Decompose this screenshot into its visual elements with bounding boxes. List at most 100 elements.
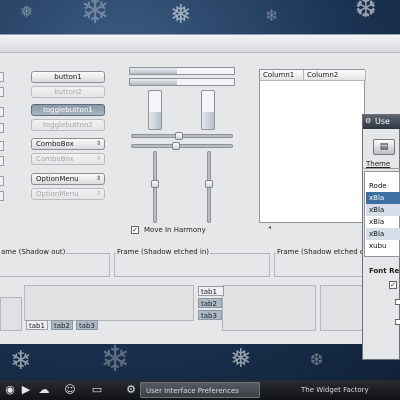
progress-fill xyxy=(202,111,214,129)
messenger-icon[interactable]: ☁ xyxy=(37,383,51,397)
preferences-window: Use ⚙ ▤ Theme Rode xBla xBla xBla xBla x… xyxy=(362,114,400,360)
column-header[interactable]: Column1 xyxy=(260,70,304,81)
snowflake-decoration: ❄ xyxy=(100,339,131,380)
font-option-partial[interactable] xyxy=(395,319,400,325)
horizontal-slider[interactable] xyxy=(131,132,233,140)
window-titlebar[interactable] xyxy=(0,35,400,53)
slider-thumb[interactable] xyxy=(172,142,180,150)
button1[interactable]: button1 xyxy=(31,71,105,83)
vertical-progress-bar xyxy=(201,90,215,130)
partial-button[interactable] xyxy=(0,191,4,201)
tab-1[interactable]: tab1 xyxy=(26,320,48,330)
option-menu[interactable]: OptionMenu ⇕ xyxy=(31,173,105,185)
snowflake-decoration: ❅ xyxy=(230,344,252,374)
notebook-partial xyxy=(0,297,22,331)
font-section-label: Font Re xyxy=(369,267,400,275)
frame-shadow-etched-out xyxy=(274,253,374,277)
horizontal-progress-bar xyxy=(129,67,235,75)
frame-shadow-etched-in xyxy=(114,253,270,277)
slider-thumb[interactable] xyxy=(175,132,183,140)
move-in-harmony-checkbox[interactable]: ✓ xyxy=(131,226,139,234)
theme-list-item[interactable]: xubu xyxy=(366,240,400,252)
tab-2[interactable]: tab2 xyxy=(51,320,73,330)
vertical-progress-bar xyxy=(148,90,162,130)
taskbar-task-active[interactable]: User Interface Preferences xyxy=(140,382,260,398)
combobox[interactable]: ComboBox ⇕ xyxy=(31,138,105,150)
theme-list-item[interactable]: xBla xyxy=(366,228,400,240)
frame-label: Frame (Shadow etched out) xyxy=(276,248,376,256)
notebook-tabs-bottom xyxy=(24,285,194,321)
combobox-label: ComboBox xyxy=(36,155,74,163)
move-in-harmony-label: Move In Harmony xyxy=(144,226,206,234)
togglebutton2-disabled[interactable]: togglebutton2 xyxy=(31,119,105,131)
checkmark-icon: ✓ xyxy=(390,281,396,289)
partial-button[interactable] xyxy=(0,156,4,166)
combobox-disabled[interactable]: ComboBox ⇕ xyxy=(31,153,105,165)
tab-3[interactable]: tab3 xyxy=(76,320,98,330)
frame-shadow-out xyxy=(0,253,110,277)
theme-list-item[interactable]: xBla xyxy=(366,204,400,216)
taskbar-task[interactable]: The Widget Factory xyxy=(296,382,386,398)
progress-fill xyxy=(130,68,177,74)
snowflake-decoration: ❄ xyxy=(265,6,279,25)
option-menu-label: OptionMenu xyxy=(36,190,79,198)
tab-1[interactable]: tab1 xyxy=(198,286,224,296)
vertical-slider[interactable] xyxy=(151,151,159,223)
tree-view[interactable]: Column1 Column2 xyxy=(259,69,366,223)
font-option-partial[interactable] xyxy=(395,299,400,305)
theme-list-item[interactable]: Rode xyxy=(366,180,400,192)
horizontal-slider[interactable] xyxy=(131,142,233,150)
app-icon: ⚙ xyxy=(365,117,372,125)
gimp-icon[interactable]: ☺ xyxy=(63,383,77,397)
theme-list[interactable]: Rode xBla xBla xBla xBla xubu xyxy=(364,171,400,257)
frame-label: ame (Shadow out) xyxy=(0,248,67,256)
partial-button[interactable] xyxy=(0,176,4,186)
tab-3[interactable]: tab3 xyxy=(198,310,222,320)
updown-arrow-icon: ⇕ xyxy=(95,140,101,147)
partial-button[interactable] xyxy=(0,87,4,97)
option-menu-label: OptionMenu xyxy=(36,175,79,183)
snowflake-decoration: ❆ xyxy=(355,0,377,24)
notebook-tabs-left xyxy=(222,285,316,331)
slider-thumb[interactable] xyxy=(205,180,213,188)
column-header[interactable]: Column2 xyxy=(304,70,366,81)
updown-arrow-icon: ⇕ xyxy=(95,155,101,162)
progress-fill xyxy=(130,79,177,85)
slider-thumb[interactable] xyxy=(151,180,159,188)
option-menu-disabled[interactable]: OptionMenu ⇕ xyxy=(31,188,105,200)
taskbar: ◉ ▶ ☁ ☺ ▭ ⚙ User Interface Preferences T… xyxy=(0,380,400,400)
partial-button[interactable] xyxy=(0,141,4,151)
tab-2[interactable]: tab2 xyxy=(198,298,222,308)
togglebutton1[interactable]: togglebutton1 xyxy=(31,104,105,116)
updown-arrow-icon: ⇕ xyxy=(95,175,101,182)
snowflake-decoration: ❅ xyxy=(20,2,34,21)
frame-label: Frame (Shadow etched in) xyxy=(116,248,211,256)
snowflake-decoration: ❄ xyxy=(10,346,32,376)
app-icon[interactable]: ⚙ xyxy=(124,383,138,397)
horizontal-progress-bar xyxy=(129,78,235,86)
vertical-slider[interactable] xyxy=(205,151,213,223)
task-label: The Widget Factory xyxy=(301,386,369,394)
combobox-label: ComboBox xyxy=(36,140,74,148)
play-icon[interactable]: ▶ xyxy=(19,383,33,397)
theme-tab[interactable]: Theme xyxy=(364,159,400,169)
checkmark-icon: ✓ xyxy=(132,226,138,234)
updown-arrow-icon: ⇕ xyxy=(95,190,101,197)
font-option-checkbox[interactable]: ✓ xyxy=(389,281,397,289)
snowflake-decoration: ❅ xyxy=(170,0,192,30)
partial-button[interactable] xyxy=(0,123,4,133)
notebook-partial xyxy=(320,285,368,331)
button2-disabled[interactable]: button2 xyxy=(31,86,105,98)
widget-factory-window: button1 button2 togglebutton1 togglebutt… xyxy=(0,34,400,344)
progress-fill xyxy=(149,111,161,129)
partial-button[interactable] xyxy=(0,107,4,117)
scroll-left-icon[interactable]: ◂ xyxy=(268,224,271,231)
theme-icon: ▤ xyxy=(373,139,395,155)
theme-list-item-selected[interactable]: xBla xyxy=(366,192,400,204)
partial-button[interactable] xyxy=(0,72,4,82)
task-label: User Interface Preferences xyxy=(146,387,239,395)
terminal-icon[interactable]: ▭ xyxy=(90,383,104,397)
theme-list-item[interactable]: xBla xyxy=(366,216,400,228)
snowflake-decoration: ❆ xyxy=(310,350,324,369)
sphere-icon[interactable]: ◉ xyxy=(3,383,17,397)
